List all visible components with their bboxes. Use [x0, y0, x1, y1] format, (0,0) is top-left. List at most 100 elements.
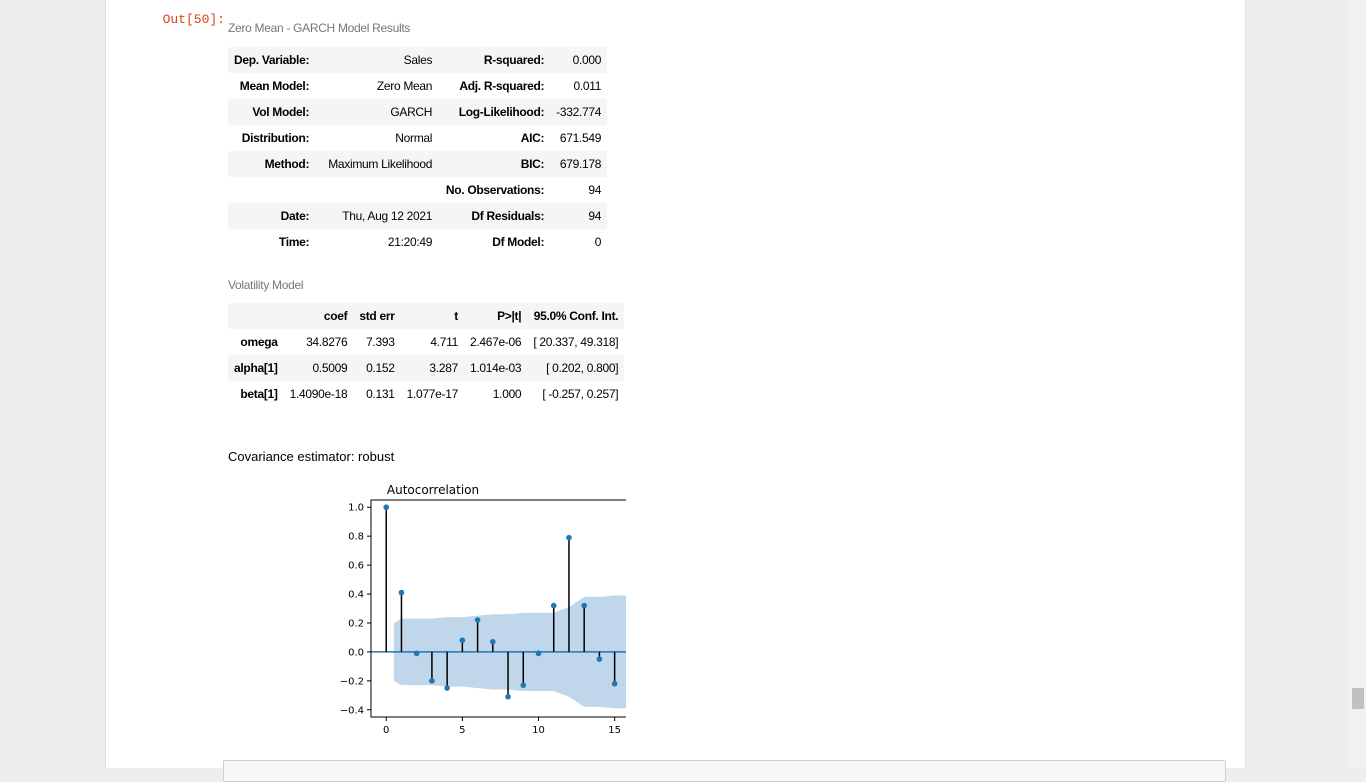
scrollbar-thumb[interactable] [1352, 688, 1364, 709]
summary-value-right: 94 [588, 183, 602, 197]
summary-label-left: Time: [278, 235, 310, 249]
volatility-param-name: omega [240, 335, 278, 349]
volatility-param-name: beta[1] [240, 387, 278, 401]
stem-marker [581, 602, 587, 609]
summary-row: No. Observations: 94 [228, 177, 608, 203]
summary-value-right: 679.178 [559, 157, 602, 171]
summary-row: Time: 21:20:49 Df Model: 0 [228, 229, 608, 255]
volatility-cell: 2.467e-06 [469, 335, 522, 349]
volatility-cell: 34.8276 [306, 335, 348, 349]
summary-label-left: Method: [264, 157, 310, 171]
model-results-caption: Zero Mean - GARCH Model Results [228, 21, 411, 35]
summary-label-right: Df Residuals: [471, 209, 545, 223]
summary-label-right: AIC: [520, 131, 545, 145]
volatility-row: omega 34.8276 7.393 4.711 2.467e-06 [ 20.337,… [228, 329, 625, 355]
summary-label-left: Mean Model: [239, 79, 310, 93]
summary-value-left: Maximum Likelihood [328, 157, 433, 171]
volatility-cell: 1.077e-17 [406, 387, 459, 401]
stem-marker [505, 693, 511, 700]
stem-marker [550, 602, 557, 609]
stem-marker [611, 680, 618, 687]
summary-value-right: 0.011 [573, 79, 602, 93]
chart-title: Autocorrelation [387, 483, 479, 497]
x-tick-label: 10 [532, 725, 545, 736]
volatility-cell: [ -0.257, 0.257] [542, 387, 619, 401]
volatility-cell: 7.393 [366, 335, 395, 349]
x-tick-label: 5 [459, 725, 465, 736]
model-summary-table: Dep. Variable: Sales R-squared: 0.000 Mean M… [228, 47, 608, 255]
y-tick-label: 0.6 [348, 561, 364, 572]
stem-marker [474, 617, 481, 623]
summary-row: Dep. Variable: Sales R-squared: 0.000 [228, 47, 608, 73]
summary-value-left: 21:20:49 [387, 235, 433, 249]
volatility-cell: 1.000 [492, 387, 522, 401]
summary-label-right: BIC: [520, 157, 545, 171]
volatility-cell: [ 20.337, 49.318] [533, 335, 619, 349]
summary-label-right: Adj. R-squared: [459, 79, 545, 93]
volatility-cell: [ 0.202, 0.800] [546, 361, 619, 375]
volatility-param-name: alpha[1] [234, 361, 278, 375]
summary-label-left: Dep. Variable: [234, 53, 310, 67]
summary-value-left: Sales [403, 53, 433, 67]
y-tick-label: 0.8 [348, 532, 364, 543]
volatility-column-header: t [454, 309, 458, 323]
stem-marker [413, 650, 420, 657]
summary-value-right: 0 [594, 235, 602, 249]
volatility-row: alpha[1] 0.5009 0.152 3.287 1.014e-03 [ 0.202… [228, 355, 625, 381]
stem-marker [444, 685, 450, 691]
summary-row: Vol Model: GARCH Log-Likelihood: -332.774 [228, 99, 608, 125]
x-tick-label: 15 [608, 725, 621, 736]
summary-value-right: 94 [588, 209, 602, 223]
volatility-model-caption: Volatility Model [228, 278, 304, 292]
volatility-column-header: P>|t| [497, 309, 522, 323]
summary-value-right: -332.774 [556, 105, 602, 119]
covariance-estimator-note: Covariance estimator: robust [228, 449, 395, 464]
summary-label-left: Vol Model: [252, 105, 310, 119]
volatility-cell: 3.287 [429, 361, 458, 375]
stem-marker [383, 504, 390, 511]
y-tick-label: 0.2 [348, 618, 364, 629]
summary-row: Mean Model: Zero Mean Adj. R-squared: 0.011 [228, 73, 608, 99]
stem-marker [535, 650, 542, 657]
summary-value-left [315, 177, 438, 203]
stem-marker [520, 682, 527, 688]
summary-label-right: Df Model: [492, 235, 545, 249]
y-tick-label: 0.4 [348, 590, 364, 601]
summary-value-right: 671.549 [559, 131, 602, 145]
summary-label-right: Log-Likelihood: [458, 105, 545, 119]
y-tick-label: 1.0 [348, 503, 364, 514]
volatility-model-table: coef std err t P>|t| 95.0% Conf. Int. omega 3… [228, 303, 625, 407]
y-tick-label: −0.4 [340, 705, 364, 716]
y-tick-label: 0.0 [348, 647, 364, 658]
stem-marker [566, 534, 572, 541]
volatility-cell: 0.152 [366, 361, 395, 375]
volatility-column-header: std err [359, 309, 395, 323]
stem-marker [596, 656, 603, 662]
stem-marker [490, 638, 496, 645]
volatility-cell: 4.711 [430, 335, 458, 349]
notebook-container: Out[50]: Zero Mean - GARCH Model Results… [105, 0, 1246, 782]
volatility-column-header: coef [323, 309, 348, 323]
output-prompt: Out[50]: [162, 12, 225, 27]
summary-value-left: Zero Mean [376, 79, 433, 93]
summary-value-right: 0.000 [572, 53, 602, 67]
summary-row: Distribution: Normal AIC: 671.549 [228, 125, 608, 151]
stem-marker [459, 637, 466, 644]
summary-label-left [228, 177, 315, 203]
volatility-cell: 0.131 [366, 387, 395, 401]
x-tick-label: 0 [383, 725, 389, 736]
volatility-cell: 1.014e-03 [469, 361, 522, 375]
autocorrelation-chart: Autocorrelation 05101520−0.4−0.20.00.20.… [340, 483, 626, 736]
notebook-page: Out[50]: Zero Mean - GARCH Model Results… [0, 0, 1366, 782]
summary-label-right: No. Observations: [445, 183, 545, 197]
next-code-cell[interactable] [223, 760, 1226, 782]
page-scrollbar[interactable] [1350, 0, 1366, 768]
volatility-cell: 0.5009 [312, 361, 348, 375]
summary-value-left: GARCH [390, 105, 433, 119]
volatility-cell: 1.4090e-18 [289, 387, 348, 401]
volatility-column-header [228, 303, 284, 329]
summary-value-left: Normal [395, 131, 433, 145]
summary-label-left: Distribution: [241, 131, 310, 145]
summary-row: Method: Maximum Likelihood BIC: 679.178 [228, 151, 608, 177]
summary-label-right: R-squared: [483, 53, 545, 67]
